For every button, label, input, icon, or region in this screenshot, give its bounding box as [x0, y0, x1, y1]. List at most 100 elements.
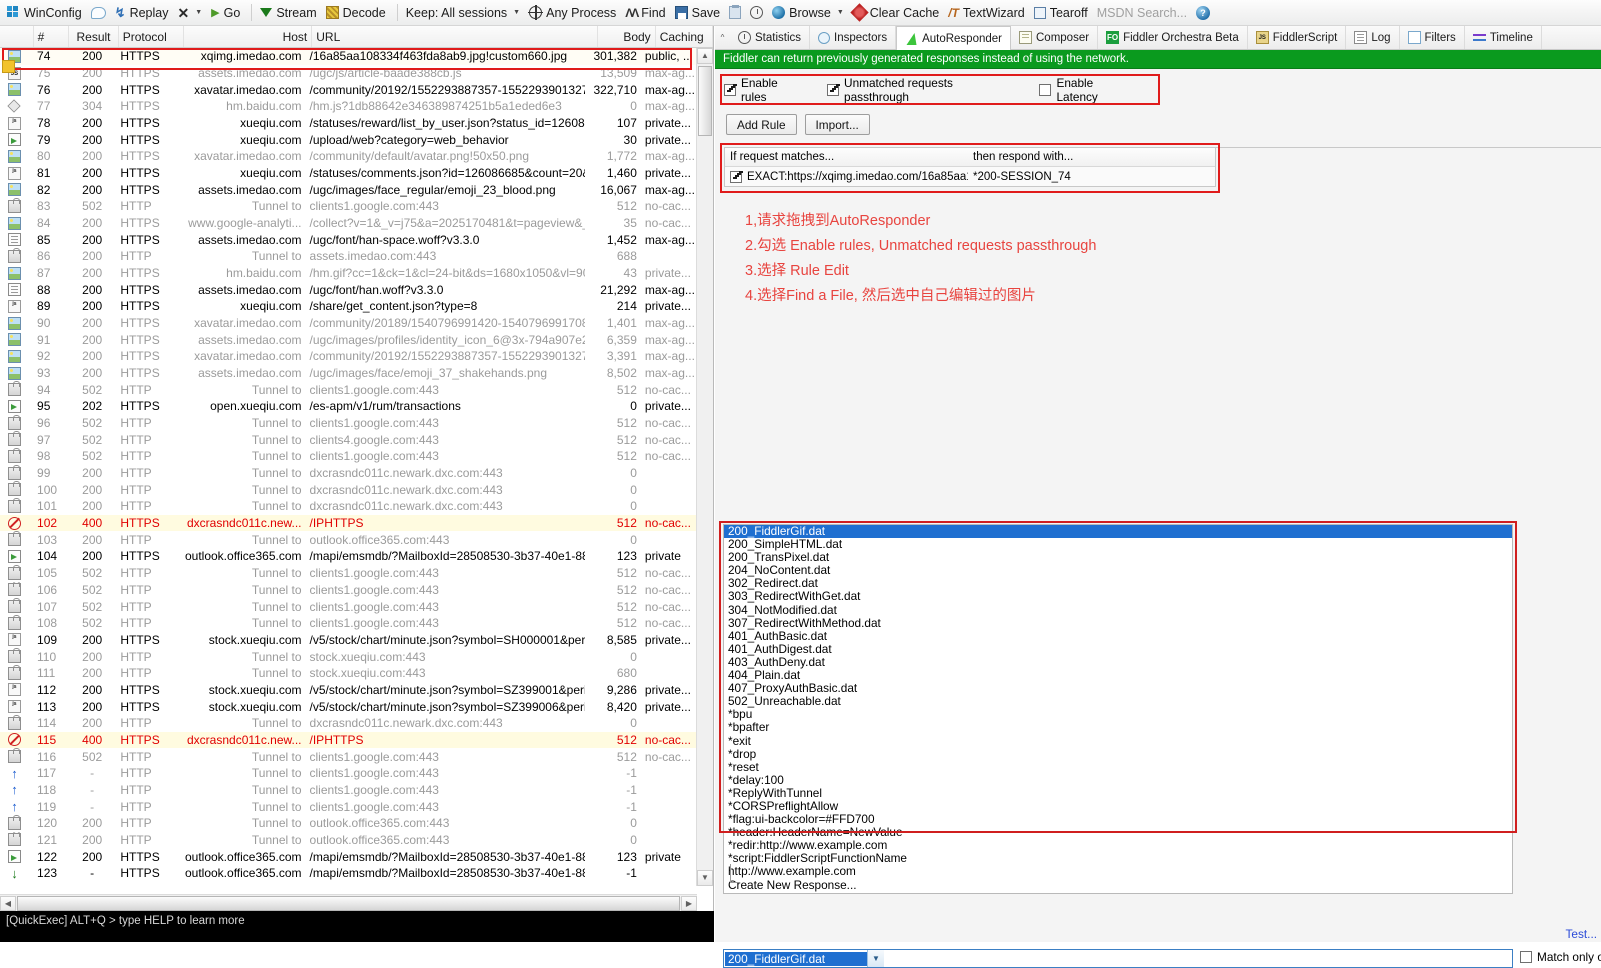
table-row[interactable]: 82200HTTPSassets.imedao.com/ugc/images/f… [0, 181, 697, 198]
table-row[interactable]: js113200HTTPSstock.xueqiu.com/v5/stock/c… [0, 698, 697, 715]
table-row[interactable]: 110200HTTPTunnel tostock.xueqiu.com:4430 [0, 648, 697, 665]
tab-timeline[interactable]: Timeline [1465, 26, 1542, 49]
response-option-item[interactable]: 204_NoContent.dat [724, 564, 1512, 577]
tab-composer[interactable]: Composer [1011, 26, 1098, 49]
scroll-up-arrow-icon[interactable]: ▲ [697, 48, 713, 64]
toolbar-go-button[interactable]: ▶ Go [208, 2, 246, 24]
response-option-item[interactable]: 502_Unreachable.dat [724, 695, 1512, 708]
toolbar-save-button[interactable]: Save [672, 2, 727, 24]
table-row[interactable]: 116502HTTPTunnel toclients1.google.com:4… [0, 748, 697, 765]
table-row[interactable]: 93200HTTPSassets.imedao.com/ugc/images/f… [0, 365, 697, 382]
combobox-value[interactable]: 200_FiddlerGif.dat [725, 952, 867, 966]
checkbox-unchecked-icon[interactable] [1039, 84, 1051, 96]
tab-statistics[interactable]: Statistics [730, 26, 810, 49]
response-option-item[interactable]: 200_FiddlerGif.dat [724, 525, 1512, 538]
toolbar-clipboard-button[interactable] [726, 2, 747, 24]
import-button[interactable]: Import... [805, 114, 870, 135]
table-row[interactable]: 103200HTTPTunnel tooutlook.office365.com… [0, 531, 697, 548]
sessions-col-url[interactable]: URL [312, 26, 598, 47]
sessions-list[interactable]: 74200HTTPSxqimg.imedao.com/16a85aa108334… [0, 48, 697, 886]
response-option-item[interactable]: Find a file... [724, 892, 1512, 894]
table-row[interactable]: 99200HTTPTunnel todxcrasndc011c.newark.d… [0, 465, 697, 482]
checkbox-unchecked-icon[interactable] [1520, 951, 1532, 963]
response-option-item[interactable]: *delay:100 [724, 774, 1512, 787]
tab-fiddlerscript[interactable]: JS FiddlerScript [1248, 26, 1347, 49]
table-row[interactable]: 79200HTTPSxueqiu.com/upload/web?category… [0, 131, 697, 148]
response-option-item[interactable]: *bpafter [724, 721, 1512, 734]
table-row[interactable]: 90200HTTPSxavatar.imedao.com/community/2… [0, 315, 697, 332]
toolbar-any-process-button[interactable]: Any Process [526, 2, 622, 24]
table-row[interactable]: 108502HTTPTunnel toclients1.google.com:4… [0, 615, 697, 632]
checkbox-checked-icon[interactable] [724, 84, 736, 96]
rules-col-respond[interactable]: then respond with... [968, 151, 1212, 163]
toolbar-timer-button[interactable] [747, 2, 769, 24]
tab-autoresponder[interactable]: AutoResponder [896, 26, 1011, 50]
table-row[interactable]: 86200HTTPTunnel toassets.imedao.com:4436… [0, 248, 697, 265]
scroll-down-arrow-icon[interactable]: ▼ [697, 870, 713, 886]
response-option-item[interactable]: 200_SimpleHTML.dat [724, 538, 1512, 551]
response-options-dropdown-list[interactable]: 200_FiddlerGif.dat200_SimpleHTML.dat200_… [723, 524, 1513, 894]
table-row[interactable]: 101200HTTPTunnel todxcrasndc011c.newark.… [0, 498, 697, 515]
table-row[interactable]: 77304HTTPShm.baidu.com/hm.js?1db88642e34… [0, 98, 697, 115]
tab-inspectors[interactable]: Inspectors [810, 26, 896, 49]
tab-fiddler-orchestra[interactable]: FO Fiddler Orchestra Beta [1098, 26, 1248, 49]
table-row[interactable]: 115400HTTPSdxcrasndc011c.new.../IPHTTPS5… [0, 732, 697, 749]
rules-grid[interactable]: If request matches... then respond with.… [724, 147, 1216, 187]
table-row[interactable]: js112200HTTPSstock.xueqiu.com/v5/stock/c… [0, 682, 697, 699]
table-row[interactable]: ↑119-HTTPTunnel toclients1.google.com:44… [0, 798, 697, 815]
sessions-col-number[interactable]: # [34, 26, 70, 47]
table-row[interactable]: 106502HTTPTunnel toclients1.google.com:4… [0, 582, 697, 599]
table-row[interactable]: 97502HTTPTunnel toclients4.google.com:44… [0, 431, 697, 448]
rule-row[interactable]: EXACT:https://xqimg.imedao.com/16a85aa1.… [725, 167, 1215, 186]
response-option-item[interactable]: 401_AuthDigest.dat [724, 643, 1512, 656]
add-rule-button[interactable]: Add Rule [726, 114, 797, 135]
table-row[interactable]: ↑118-HTTPTunnel toclients1.google.com:44… [0, 782, 697, 799]
table-row[interactable]: 104200HTTPSoutlook.office365.com/mapi/em… [0, 548, 697, 565]
table-row[interactable]: 92200HTTPSxavatar.imedao.com/community/2… [0, 348, 697, 365]
rule-respond-cell[interactable]: *200-SESSION_74 [968, 171, 1212, 183]
table-row[interactable]: ↓123-HTTPSoutlook.office365.com/mapi/ems… [0, 865, 697, 882]
response-option-item[interactable]: *drop [724, 748, 1512, 761]
response-option-item[interactable]: http://www.example.com [724, 865, 1512, 878]
rule-enabled-checkbox[interactable] [730, 171, 742, 183]
table-row[interactable]: js78200HTTPSxueqiu.com/statuses/reward/l… [0, 115, 697, 132]
tab-filters[interactable]: Filters [1400, 26, 1465, 49]
toolbar-stream-button[interactable]: Stream [257, 2, 322, 24]
toolbar-replay-button[interactable]: ↯ Replay [112, 2, 175, 24]
response-option-item[interactable]: 401_AuthBasic.dat [724, 630, 1512, 643]
table-row[interactable]: 84200HTTPSwww.google-analyti.../collect?… [0, 215, 697, 232]
test-link[interactable]: Test... [1566, 927, 1597, 941]
sessions-col-host[interactable]: Host [184, 26, 312, 47]
table-row[interactable]: js81200HTTPSxueqiu.com/statuses/comments… [0, 165, 697, 182]
table-row[interactable]: 105502HTTPTunnel toclients1.google.com:4… [0, 565, 697, 582]
sessions-horizontal-scrollbar[interactable]: ◀ ▶ [0, 894, 697, 911]
toolbar-text-wizard-button[interactable]: /T TextWizard [945, 2, 1031, 24]
sessions-col-icon[interactable] [0, 26, 34, 47]
toolbar-remove-button[interactable]: ✕ ▼ [175, 2, 209, 24]
sessions-col-protocol[interactable]: Protocol [119, 26, 184, 47]
table-row[interactable]: 95202HTTPSopen.xueqiu.com/es-apm/v1/rum/… [0, 398, 697, 415]
response-option-item[interactable]: *exit [724, 735, 1512, 748]
table-row[interactable]: js89200HTTPSxueqiu.com/share/get_content… [0, 298, 697, 315]
sessions-col-body[interactable]: Body [598, 26, 655, 47]
response-option-item[interactable]: Create New Response... [724, 879, 1512, 892]
rule-match-cell[interactable]: EXACT:https://xqimg.imedao.com/16a85aa1.… [725, 171, 968, 183]
toolbar-browse-button[interactable]: Browse ▼ [769, 2, 850, 24]
table-row[interactable]: 85200HTTPSassets.imedao.com/ugc/font/han… [0, 231, 697, 248]
table-row[interactable]: 96502HTTPTunnel toclients1.google.com:44… [0, 415, 697, 432]
table-row[interactable]: 80200HTTPSxavatar.imedao.com/community/d… [0, 148, 697, 165]
chevron-down-icon[interactable]: ▼ [867, 950, 884, 967]
table-row[interactable]: 88200HTTPSassets.imedao.com/ugc/font/han… [0, 281, 697, 298]
table-row[interactable]: 76200HTTPSxavatar.imedao.com/community/2… [0, 81, 697, 98]
hscrollbar-thumb[interactable] [17, 896, 680, 911]
response-option-item[interactable]: *bpu [724, 708, 1512, 721]
unmatched-passthrough-checkbox-wrap[interactable]: Unmatched requests passthrough [827, 76, 1017, 104]
table-row[interactable]: 111200HTTPTunnel tostock.xueqiu.com:4436… [0, 665, 697, 682]
table-row[interactable]: 98502HTTPTunnel toclients1.google.com:44… [0, 448, 697, 465]
toolbar-msdn-search-field[interactable]: MSDN Search... [1094, 2, 1193, 24]
tab-log[interactable]: Log [1346, 26, 1399, 49]
response-option-item[interactable]: 307_RedirectWithMethod.dat [724, 617, 1512, 630]
toolbar-tearoff-button[interactable]: Tearoff [1031, 2, 1094, 24]
response-option-item[interactable]: 407_ProxyAuthBasic.dat [724, 682, 1512, 695]
table-row[interactable]: js109200HTTPSstock.xueqiu.com/v5/stock/c… [0, 632, 697, 649]
